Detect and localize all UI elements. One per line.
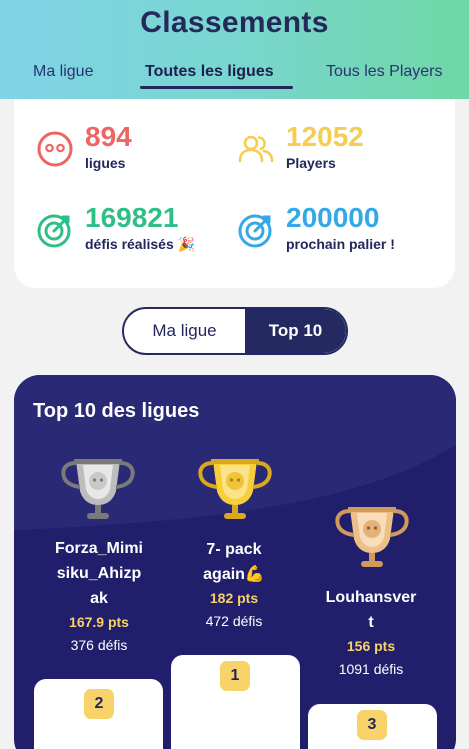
toggle-ma-ligue-button[interactable]: Ma ligue [124,309,245,353]
target-icon [37,214,71,248]
name-line: Forza_Mimi [54,540,143,557]
tab-toutes-les-ligues[interactable]: Toutes les ligues [145,63,274,81]
defis-1st: 472 défis [205,613,263,629]
tab-tous-les-players[interactable]: Tous les Players [326,63,443,81]
stat-label: Players [286,155,336,171]
name-line: t [368,614,374,631]
page-title: Classements [140,6,329,39]
stat-value: 169821 [85,202,179,233]
rank-badge: 1 [220,661,250,691]
users-icon [238,135,274,163]
league-name-3rd[interactable]: Louhansver t [306,585,436,635]
rank-badge: 3 [357,710,387,740]
name-line: siku_Ahizp [56,565,142,582]
defis-2nd: 376 défis [70,637,128,653]
league-name-1st[interactable]: 7- pack again💪 [169,537,299,587]
bronze-trophy-icon [335,507,409,567]
league-name-2nd[interactable]: Forza_Mimi siku_Ahizp ak [34,536,164,611]
stat-value: 200000 [286,202,380,233]
toggle-top10-button[interactable]: Top 10 [245,309,346,353]
top10-card: Top 10 des ligues Forza_Mimi siku_Ahizp … [14,375,456,749]
face-icon [37,131,73,167]
name-line: Louhansver [325,589,417,606]
points-1st: 182 pts [209,590,259,606]
stat-label: prochain palier ! [286,236,395,252]
active-tab-indicator [140,86,293,89]
tab-ma-ligue[interactable]: Ma ligue [33,63,93,81]
podium-3rd: 3 [308,704,437,749]
podium-1st: 1 [171,655,300,749]
silver-trophy-icon [61,459,135,519]
stat-label: ligues [85,155,126,171]
rank-badge: 2 [84,689,114,719]
points-2nd: 167.9 pts [69,614,129,630]
header: Classements Ma ligue Toutes les ligues T… [0,0,469,99]
gold-trophy-icon [198,459,272,519]
top10-title: Top 10 des ligues [33,400,200,422]
stat-value: 894 [85,121,132,152]
defis-3rd: 1091 défis [338,661,404,677]
view-toggle: Ma ligue Top 10 [122,307,348,355]
stat-value: 12052 [286,121,364,152]
points-3rd: 156 pts [346,638,396,654]
target-icon [238,214,272,248]
name-line: ak [90,590,108,607]
podium-2nd: 2 [34,679,163,749]
stat-label: défis réalisés 🎉 [85,236,196,252]
name-line: 7- pack [206,541,262,558]
name-line: again💪 [203,566,265,583]
stats-card [14,99,455,288]
